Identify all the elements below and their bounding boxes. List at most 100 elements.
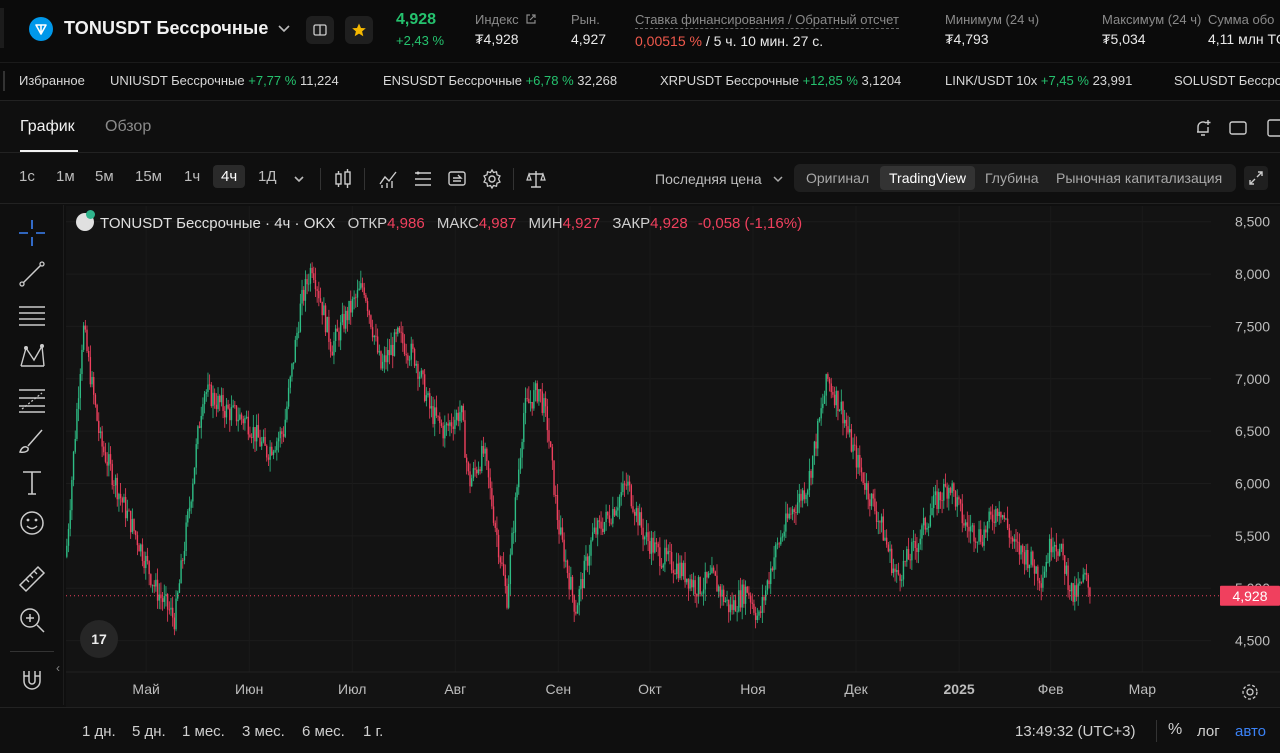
volume-label: Сумма обо xyxy=(1208,12,1275,27)
view-tradingview[interactable]: TradingView xyxy=(880,166,976,190)
legend-low: 4,927 xyxy=(562,215,601,232)
percent-scale-toggle[interactable]: % xyxy=(1168,721,1182,739)
candle-body xyxy=(410,343,412,360)
candle-body xyxy=(182,560,184,562)
candle-body xyxy=(830,383,832,392)
tab-chart[interactable]: График xyxy=(20,118,75,136)
chevron-down-icon xyxy=(772,176,783,183)
favorites-ticker: Избранное UNIUSDT Бессрочные +7,77 % 11,… xyxy=(0,62,1280,98)
candle-body xyxy=(111,463,113,486)
pattern-icon[interactable] xyxy=(16,340,48,372)
ticker-item-solusdt[interactable]: SOLUSDT Бессро xyxy=(1174,73,1280,88)
zoom-in-icon[interactable] xyxy=(16,604,48,636)
candles-icon[interactable] xyxy=(333,168,353,190)
candle-body xyxy=(976,541,979,543)
view-depth[interactable]: Глубина xyxy=(985,170,1038,186)
alert-add-icon[interactable] xyxy=(1193,118,1213,138)
ticker-item-linkusdt[interactable]: LINK/USDT 10x +7,45 % 23,991 xyxy=(945,73,1132,88)
tradingview-logo[interactable]: 17 xyxy=(80,620,118,658)
candlestick-chart[interactable]: 8,5008,0007,5007,0006,5006,0005,5005,000… xyxy=(66,206,1280,709)
timeframe-dropdown-icon[interactable] xyxy=(292,172,306,186)
scale-balance-icon[interactable] xyxy=(525,168,547,190)
candle-body xyxy=(432,406,434,424)
price-chart[interactable]: 8,5008,0007,5007,0006,5006,0005,5005,000… xyxy=(56,206,1280,709)
fullscreen-button[interactable] xyxy=(1244,166,1268,190)
brush-icon[interactable] xyxy=(16,424,48,456)
view-original[interactable]: Оригинал xyxy=(806,170,869,186)
candle-body xyxy=(195,444,197,468)
candle-body xyxy=(150,574,152,586)
candle-body xyxy=(1064,555,1066,574)
chevron-down-icon[interactable] xyxy=(276,20,292,36)
clock[interactable]: 13:49:32 (UTC+3) xyxy=(1015,723,1135,740)
trend-line-icon[interactable] xyxy=(16,258,48,290)
candle-body xyxy=(872,493,874,499)
book-button[interactable] xyxy=(306,16,334,44)
candle-body xyxy=(319,298,322,302)
favorite-button[interactable] xyxy=(345,16,373,44)
tab-overview[interactable]: Обзор xyxy=(105,118,151,136)
more-options-icon[interactable] xyxy=(1262,117,1280,141)
magnet-icon[interactable] xyxy=(16,663,48,695)
auto-scale-toggle[interactable]: авто xyxy=(1235,723,1266,740)
timeframe-1d[interactable]: 1Д xyxy=(258,168,277,185)
log-scale-toggle[interactable]: лог xyxy=(1197,723,1220,740)
ruler-icon[interactable] xyxy=(16,563,48,595)
timeframe-1h[interactable]: 1ч xyxy=(184,168,200,185)
timeframe-1s[interactable]: 1с xyxy=(19,168,35,185)
candle-body xyxy=(230,406,233,421)
candle-body xyxy=(353,297,355,300)
crosshair-icon[interactable] xyxy=(16,217,48,249)
candle-body xyxy=(726,599,728,601)
ticker-item-ensusdt[interactable]: ENSUSDT Бессрочные +6,78 % 32,268 xyxy=(383,73,617,88)
text-tool-icon[interactable] xyxy=(16,466,48,498)
candle-body xyxy=(664,547,666,565)
funding-stat[interactable]: Ставка финансирования / Обратный отсчет … xyxy=(635,12,899,49)
collapse-toolbar-icon[interactable]: ‹ xyxy=(56,661,60,675)
candle-body xyxy=(314,279,317,290)
settings-gear-icon[interactable] xyxy=(481,168,503,190)
symbol-name[interactable]: TONUSDT Бессрочные xyxy=(64,18,268,39)
price-type-select[interactable]: Последняя цена xyxy=(655,171,784,187)
candle-body xyxy=(222,395,224,412)
candle-body xyxy=(118,493,120,500)
candle-body xyxy=(608,515,611,523)
horizontal-lines-icon[interactable] xyxy=(16,299,48,331)
ticker-item-uniusdt[interactable]: UNIUSDT Бессрочные +7,77 % 11,224 xyxy=(110,73,339,88)
x-axis-tick-label: Дек xyxy=(844,681,868,697)
timeframe-1m[interactable]: 1м xyxy=(56,168,75,185)
range-1d[interactable]: 1 дн. xyxy=(82,723,116,740)
candle-body xyxy=(217,395,219,409)
candle-body xyxy=(264,436,266,446)
range-1m[interactable]: 1 мес. xyxy=(182,723,225,740)
view-market-cap[interactable]: Рыночная капитализация xyxy=(1056,170,1222,186)
candle-body xyxy=(803,490,806,500)
header-edge xyxy=(0,8,4,48)
candle-body xyxy=(213,392,216,405)
candle-body xyxy=(958,497,960,500)
candle-body xyxy=(296,332,298,340)
timeframe-4h[interactable]: 4ч xyxy=(213,165,246,188)
range-6m[interactable]: 6 мес. xyxy=(302,723,345,740)
indicators-icon[interactable] xyxy=(378,168,398,190)
replay-icon[interactable] xyxy=(447,168,467,190)
candle-body xyxy=(850,429,853,452)
ticker-item-xrpusdt[interactable]: XRPUSDT Бессрочные +12,85 % 3,1204 xyxy=(660,73,901,88)
timeframe-5m[interactable]: 5м xyxy=(95,168,114,185)
candle-body xyxy=(996,508,999,517)
range-3m[interactable]: 3 мес. xyxy=(242,723,285,740)
candle-body xyxy=(939,492,942,501)
layout-list-icon[interactable] xyxy=(413,168,433,190)
candle-body xyxy=(555,494,557,496)
range-1y[interactable]: 1 г. xyxy=(363,723,383,740)
candle-body xyxy=(287,387,290,407)
emoji-icon[interactable] xyxy=(16,507,48,539)
candle-body xyxy=(613,508,616,516)
axis-settings-icon[interactable] xyxy=(1241,683,1259,701)
favorites-label[interactable]: Избранное xyxy=(19,73,85,88)
window-icon[interactable] xyxy=(1228,119,1248,137)
range-5d[interactable]: 5 дн. xyxy=(132,723,166,740)
index-stat[interactable]: Индекс ₮4,928 xyxy=(475,12,537,47)
timeframe-15m[interactable]: 15м xyxy=(135,168,162,185)
fib-levels-icon[interactable] xyxy=(16,383,48,415)
